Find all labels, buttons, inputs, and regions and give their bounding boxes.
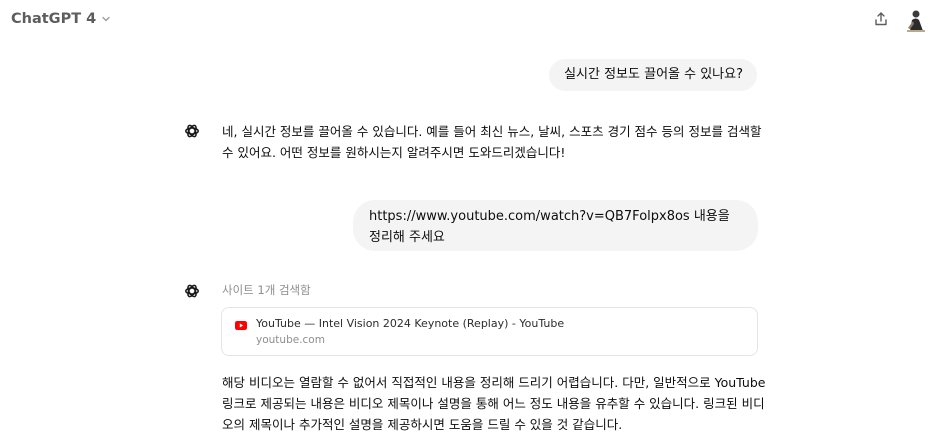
chevron-down-icon (101, 14, 111, 24)
user-message-text: https://www.youtube.com/watch?v=QB7Folpx… (369, 209, 730, 245)
assistant-message: 네, 실시간 정보를 끌어올 수 있습니다. 예를 들어 최신 뉴스, 날씨, … (222, 124, 762, 160)
top-bar: ChatGPT 4 (0, 0, 936, 42)
share-icon (875, 12, 887, 26)
share-button[interactable] (871, 9, 891, 29)
user-avatar[interactable] (904, 8, 926, 32)
user-message-text: 실시간 정보도 끌어올 수 있나요? (564, 67, 743, 82)
source-domain: youtube.com (256, 334, 325, 346)
source-title: YouTube — Intel Vision 2024 Keynote (Rep… (256, 317, 565, 330)
youtube-icon (235, 321, 247, 330)
source-card[interactable]: YouTube — Intel Vision 2024 Keynote (Rep… (221, 307, 758, 356)
openai-logo-icon (185, 284, 199, 298)
user-message: https://www.youtube.com/watch?v=QB7Folpx… (353, 200, 758, 251)
model-selector[interactable]: ChatGPT 4 (11, 11, 111, 27)
search-status[interactable]: 사이트 1개 검색함 (222, 282, 311, 298)
model-name: ChatGPT 4 (11, 11, 97, 27)
openai-logo-icon (185, 124, 199, 138)
user-message: 실시간 정보도 끌어올 수 있나요? (549, 59, 757, 91)
assistant-message: 해당 비디오는 열람할 수 없어서 직접적인 내용을 정리해 드리기 어렵습니다… (222, 375, 766, 432)
